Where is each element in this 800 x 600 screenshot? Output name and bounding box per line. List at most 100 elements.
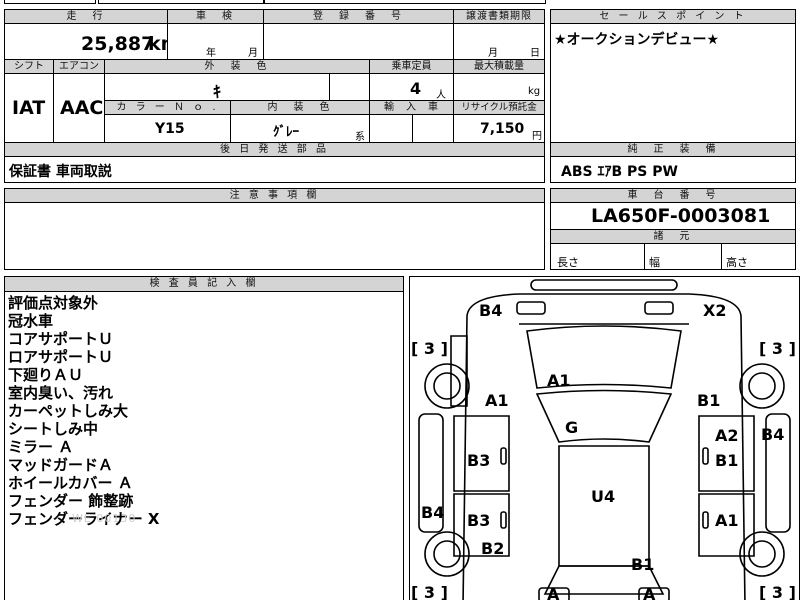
inspector-notes-list: 評価点対象外 冠水車 コアサポートＵ ロアサポートＵ 下廻りＡＵ 室内臭い、汚れ カーペット… — [8, 294, 160, 528]
interior-color-value: ｸﾞﾚｰ — [273, 125, 299, 140]
handle-rf — [702, 447, 709, 465]
import-cell-right — [412, 114, 454, 143]
inspector-note-item: ロアサポートＵ — [8, 348, 114, 366]
recycle-unit: 円 — [532, 131, 542, 142]
wheel-rear-right — [739, 531, 785, 577]
transfer-cell: 月 日 — [453, 23, 545, 60]
header-import: 輸 入 車 — [369, 100, 454, 115]
label-front-left: B4 — [479, 301, 502, 320]
standard-equipment-cell: ABS ｴｱB PS PW — [550, 156, 796, 183]
exterior-color-extra — [329, 73, 370, 101]
later-parts-cell: 保証書 車両取説 — [4, 156, 545, 183]
header-sales-point: セ ー ル ス ポ イ ン ト — [550, 9, 796, 24]
inspector-note-item: マッドガードＡ — [8, 456, 114, 474]
header-max-load: 最大積載量 — [453, 59, 545, 74]
inspection-cell: 年 月 — [167, 23, 264, 60]
header-capacity: 乗車定員 — [369, 59, 454, 74]
handle-lf — [500, 447, 507, 465]
label-door-front-right: B1 — [715, 451, 738, 470]
label-rear-a1: A — [547, 585, 560, 600]
header-recycle: リサイクル預託金 — [453, 100, 545, 115]
length-label: 長さ — [557, 256, 579, 269]
windshield — [535, 389, 673, 443]
inspection-year: 年 — [206, 48, 216, 59]
label-front-right: X2 — [703, 301, 726, 320]
label-fender-right: B1 — [697, 391, 720, 410]
wheel-rear-left — [424, 531, 470, 577]
exterior-color-value: ｷ — [213, 82, 222, 101]
inspector-note-item: 室内臭い、汚れ — [8, 384, 114, 402]
capacity-cell: 4 人 — [369, 73, 454, 101]
top-strip-right — [264, 0, 546, 4]
transfer-month: 月 — [488, 48, 498, 59]
header-later-parts: 後 日 発 送 部 品 — [4, 142, 545, 157]
chassis-no-cell: LA650F-0003081 — [550, 202, 796, 230]
headlight-right — [644, 301, 674, 315]
color-no-value: Y15 — [155, 121, 185, 137]
label-right-mirror: A2 — [715, 426, 739, 445]
inspector-note-item: 下廻りＡＵ — [8, 366, 84, 384]
header-caution: 注 意 事 項 欄 — [4, 188, 545, 203]
registration-cell — [263, 23, 454, 60]
label-fender-left: A1 — [485, 391, 509, 410]
car-diagram: [ 3 ] [ 3 ] [ 3 ] [ 3 ] B4 X2 A1 A1 B1 G… — [411, 279, 796, 600]
width-label: 幅 — [649, 256, 660, 269]
label-roof: G — [565, 418, 578, 437]
inspector-note-item: コアサポートＵ — [8, 330, 114, 348]
header-inspector-notes: 検 査 員 記 入 欄 — [4, 276, 404, 292]
header-exterior-color: 外 装 色 — [104, 59, 370, 74]
header-mileage: 走 行 — [4, 9, 168, 24]
dimension-width: 幅 — [644, 243, 722, 270]
header-dimensions: 諸 元 — [550, 229, 796, 244]
dimension-length: 長さ — [550, 243, 645, 270]
top-strip-mid — [98, 0, 264, 4]
capacity-value: 4 — [410, 79, 422, 98]
recycle-cell: 7,150 円 — [453, 114, 545, 143]
header-shift: シフト — [4, 59, 54, 74]
handle-lr — [500, 511, 507, 529]
max-load-cell: kg — [453, 73, 545, 101]
header-aircon: エアコン — [53, 59, 105, 74]
label-quarter-right: B1 — [631, 555, 654, 574]
label-door-rear-left: B3 — [467, 511, 490, 530]
mileage-unit: km — [148, 33, 167, 55]
header-color-no: カ ラ ー Ｎ ｏ . — [104, 100, 231, 115]
label-door-rear-right: A1 — [715, 511, 739, 530]
caution-cell — [4, 202, 545, 270]
later-parts-value: 保証書 車両取説 — [9, 164, 112, 180]
dimension-height: 高さ — [721, 243, 796, 270]
capacity-unit: 人 — [436, 90, 446, 101]
handle-rr — [702, 511, 709, 529]
tire-count-rr: [ 3 ] — [759, 583, 796, 600]
color-no-cell: Y15 — [104, 114, 231, 143]
header-registration: 登 録 番 号 — [263, 9, 454, 24]
wheel-front-right — [739, 363, 785, 409]
sales-point-cell: ★オークションデビュー★ — [550, 23, 796, 143]
front-bumper-slot — [530, 279, 678, 291]
roof — [558, 445, 650, 567]
label-right-side: B4 — [761, 425, 784, 444]
header-interior-color: 内 装 色 — [230, 100, 370, 115]
import-cell-left — [369, 114, 413, 143]
label-door-front-left: B3 — [467, 451, 490, 470]
mileage-cell: 25,887 km — [4, 23, 168, 60]
inspector-note-item: ホイールカバー Ａ — [8, 474, 133, 492]
tire-count-fr: [ 3 ] — [759, 339, 796, 358]
inspector-note-item: フェンダー 飾整跡 — [8, 492, 134, 510]
inspector-note-item: 冠水車 — [8, 312, 54, 330]
header-transfer-deadline: 譲渡書類期限 — [453, 9, 545, 24]
standard-equipment-value: ABS ｴｱB PS PW — [561, 164, 678, 180]
shift-cell: IAT — [4, 73, 54, 143]
tire-count-fl: [ 3 ] — [411, 339, 448, 358]
top-strip-left — [4, 0, 96, 4]
sales-point-text: ★オークションデビュー★ — [554, 32, 720, 48]
label-hood: A1 — [547, 371, 571, 390]
max-load-unit: kg — [528, 86, 541, 97]
aircon-cell: AAC — [53, 73, 105, 143]
transfer-day: 日 — [530, 48, 540, 59]
inspection-month: 月 — [248, 48, 258, 59]
inspector-note-item: ミラー Ａ — [8, 438, 74, 456]
wheel-front-left — [424, 363, 470, 409]
interior-color-suffix: 系 — [355, 132, 365, 143]
interior-color-cell: ｸﾞﾚｰ 系 — [230, 114, 370, 143]
